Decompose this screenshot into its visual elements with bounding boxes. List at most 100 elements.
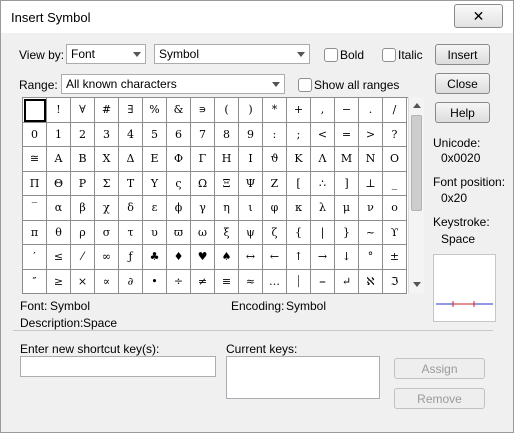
symbol-cell[interactable]: ν bbox=[359, 196, 383, 221]
symbol-cell[interactable]: } bbox=[335, 220, 359, 245]
symbol-cell[interactable]: ≡ bbox=[215, 269, 239, 294]
symbol-cell[interactable]: ÷ bbox=[167, 269, 191, 294]
symbol-cell[interactable]: [ bbox=[287, 171, 311, 196]
symbol-cell[interactable]: 2 bbox=[71, 122, 95, 147]
scroll-up-icon[interactable] bbox=[413, 103, 421, 108]
symbol-cell[interactable]: μ bbox=[335, 196, 359, 221]
symbol-cell[interactable]: ο bbox=[383, 196, 407, 221]
symbol-cell[interactable]: ϒ bbox=[383, 220, 407, 245]
symbol-cell[interactable]: Η bbox=[215, 147, 239, 172]
symbol-cell[interactable]: η bbox=[215, 196, 239, 221]
symbol-cell[interactable]: × bbox=[71, 269, 95, 294]
symbol-cell[interactable]: ℵ bbox=[359, 269, 383, 294]
symbol-cell[interactable]: _ bbox=[383, 171, 407, 196]
italic-checkbox[interactable] bbox=[382, 48, 396, 62]
symbol-cell[interactable]: ι bbox=[239, 196, 263, 221]
symbol-cell[interactable]: Π bbox=[23, 171, 47, 196]
symbol-cell[interactable]: 3 bbox=[95, 122, 119, 147]
scroll-thumb[interactable] bbox=[411, 115, 422, 211]
symbol-cell[interactable]: % bbox=[143, 98, 167, 123]
symbol-cell[interactable]: ~ bbox=[359, 220, 383, 245]
symbol-cell[interactable]: ≈ bbox=[239, 269, 263, 294]
symbol-cell[interactable]: … bbox=[263, 269, 287, 294]
symbol-cell[interactable]: ↓ bbox=[335, 245, 359, 270]
symbol-cell[interactable] bbox=[23, 98, 47, 123]
symbol-cell[interactable]: ° bbox=[359, 245, 383, 270]
symbol-cell[interactable]: ± bbox=[383, 245, 407, 270]
symbol-cell[interactable]: > bbox=[359, 122, 383, 147]
symbol-cell[interactable]: ƒ bbox=[119, 245, 143, 270]
symbol-cell[interactable]: * bbox=[263, 98, 287, 123]
symbol-grid-scrollbar[interactable] bbox=[408, 97, 424, 293]
symbol-cell[interactable]: ; bbox=[287, 122, 311, 147]
symbol-cell[interactable]: λ bbox=[311, 196, 335, 221]
symbol-cell[interactable]: ∞ bbox=[95, 245, 119, 270]
symbol-cell[interactable]: ℑ bbox=[383, 269, 407, 294]
close-window-button[interactable]: ✕ bbox=[454, 4, 503, 28]
font-select[interactable]: Symbol bbox=[154, 44, 310, 64]
current-keys-list[interactable] bbox=[226, 356, 380, 399]
insert-button[interactable]: Insert bbox=[435, 44, 490, 65]
symbol-cell[interactable]: ♥ bbox=[191, 245, 215, 270]
assign-button[interactable]: Assign bbox=[394, 358, 485, 379]
symbol-cell[interactable]: ↵ bbox=[335, 269, 359, 294]
symbol-cell[interactable]: Ι bbox=[239, 147, 263, 172]
symbol-cell[interactable]: ) bbox=[239, 98, 263, 123]
symbol-cell[interactable]: Χ bbox=[95, 147, 119, 172]
symbol-cell[interactable]: υ bbox=[143, 220, 167, 245]
symbol-cell[interactable]: δ bbox=[119, 196, 143, 221]
symbol-cell[interactable]: Μ bbox=[335, 147, 359, 172]
symbol-cell[interactable]: Λ bbox=[311, 147, 335, 172]
symbol-cell[interactable]: β bbox=[71, 196, 95, 221]
symbol-cell[interactable]: ≅ bbox=[23, 147, 47, 172]
remove-button[interactable]: Remove bbox=[394, 388, 485, 409]
symbol-cell[interactable]: ∂ bbox=[119, 269, 143, 294]
symbol-cell[interactable]: χ bbox=[95, 196, 119, 221]
symbol-cell[interactable]: ≤ bbox=[47, 245, 71, 270]
symbol-cell[interactable]: ] bbox=[335, 171, 359, 196]
symbol-cell[interactable]: . bbox=[359, 98, 383, 123]
symbol-cell[interactable]: φ bbox=[263, 196, 287, 221]
symbol-cell[interactable]: Ρ bbox=[71, 171, 95, 196]
symbol-cell[interactable]: ∀ bbox=[71, 98, 95, 123]
symbol-cell[interactable]: ♦ bbox=[167, 245, 191, 270]
symbol-cell[interactable]: ρ bbox=[71, 220, 95, 245]
symbol-cell[interactable]: Γ bbox=[191, 147, 215, 172]
symbol-cell[interactable]: ψ bbox=[239, 220, 263, 245]
symbol-cell[interactable]: τ bbox=[119, 220, 143, 245]
symbol-cell[interactable]: : bbox=[263, 122, 287, 147]
symbol-cell[interactable]: 1 bbox=[47, 122, 71, 147]
symbol-cell[interactable]: + bbox=[287, 98, 311, 123]
symbol-cell[interactable]: 0 bbox=[23, 122, 47, 147]
symbol-cell[interactable]: ∴ bbox=[311, 171, 335, 196]
symbol-cell[interactable]: ? bbox=[383, 122, 407, 147]
symbol-cell[interactable]: ⎯ bbox=[311, 269, 335, 294]
symbol-cell[interactable]: ξ bbox=[215, 220, 239, 245]
symbol-cell[interactable]: | bbox=[311, 220, 335, 245]
symbol-cell[interactable]: , bbox=[311, 98, 335, 123]
symbol-cell[interactable]: κ bbox=[287, 196, 311, 221]
symbol-cell[interactable]: / bbox=[383, 98, 407, 123]
symbol-cell[interactable]: Ο bbox=[383, 147, 407, 172]
symbol-cell[interactable]: σ bbox=[95, 220, 119, 245]
symbol-cell[interactable]: ϕ bbox=[167, 196, 191, 221]
symbol-cell[interactable]: → bbox=[311, 245, 335, 270]
symbol-cell[interactable]: Φ bbox=[167, 147, 191, 172]
symbol-cell[interactable]: 8 bbox=[215, 122, 239, 147]
symbol-cell[interactable]: Ν bbox=[359, 147, 383, 172]
symbol-cell[interactable]: ″ bbox=[23, 269, 47, 294]
symbol-cell[interactable]: ⊥ bbox=[359, 171, 383, 196]
symbol-cell[interactable]: θ bbox=[47, 220, 71, 245]
symbol-cell[interactable]: Ω bbox=[191, 171, 215, 196]
symbol-cell[interactable]: = bbox=[335, 122, 359, 147]
show-all-ranges-checkbox[interactable] bbox=[298, 78, 312, 92]
symbol-cell[interactable]: ↔ bbox=[239, 245, 263, 270]
symbol-cell[interactable]: Σ bbox=[95, 171, 119, 196]
symbol-cell[interactable]: π bbox=[23, 220, 47, 245]
symbol-cell[interactable]: ← bbox=[263, 245, 287, 270]
symbol-cell[interactable]: α bbox=[47, 196, 71, 221]
symbol-cell[interactable]: Κ bbox=[287, 147, 311, 172]
symbol-cell[interactable]: • bbox=[143, 269, 167, 294]
symbol-cell[interactable]: 4 bbox=[119, 122, 143, 147]
symbol-cell[interactable]: ε bbox=[143, 196, 167, 221]
